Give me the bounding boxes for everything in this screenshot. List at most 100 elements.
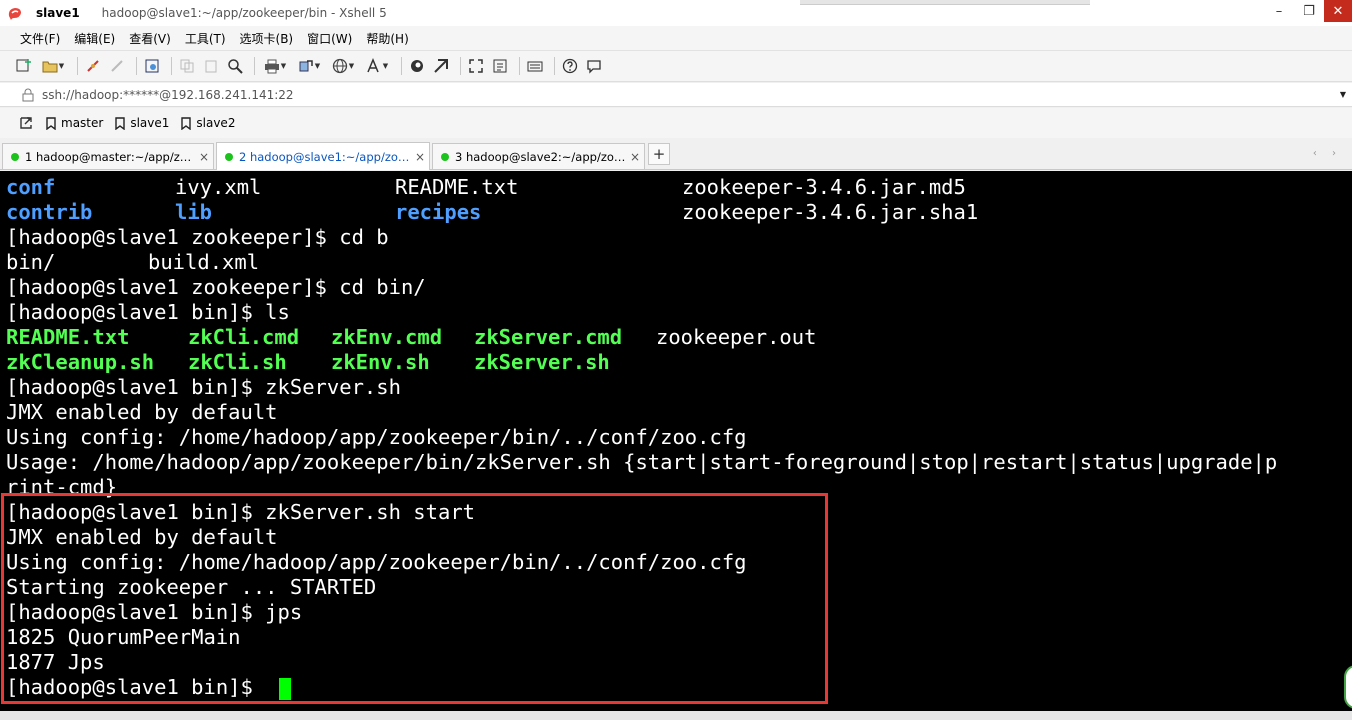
window-controls: – ❐ ✕ [1264,0,1352,26]
paste-button[interactable] [201,56,221,76]
menu-tabs[interactable]: 选项卡(B) [233,30,301,47]
menu-window[interactable]: 窗口(W) [300,30,359,47]
fullscreen-button[interactable] [466,56,486,76]
bookmark-icon [115,116,126,130]
scroll-bubble[interactable] [1344,665,1352,709]
address-bar[interactable]: ssh://hadoop:******@192.168.241.141:22 ▼ [0,83,1352,107]
terminal-text: Usage: /home/hadoop/app/zookeeper/bin/zk… [6,450,1278,474]
toolbar-separator [77,57,78,75]
globe-icon [332,58,347,74]
open-session-button[interactable]: ▼ [38,56,68,76]
terminal-text: bin/ [6,250,56,274]
tab-close-icon[interactable]: × [195,150,213,164]
menu-bar: 文件(F) 编辑(E) 查看(V) 工具(T) 选项卡(B) 窗口(W) 帮助(… [0,26,1352,50]
quick-session-slave2[interactable]: slave2 [181,116,235,130]
terminal-text: README.txt [395,175,519,199]
terminal-output[interactable]: [hadoop@slave1 bin]$ 1877 Jps 1825 Quorum… [0,171,1352,711]
terminal-cursor [279,678,291,700]
restore-button[interactable]: ❐ [1294,0,1324,22]
disconnect-button[interactable] [107,56,127,76]
xftp-icon [411,60,423,72]
toolbar-separator [401,57,402,75]
address-dropdown-icon[interactable]: ▼ [1340,90,1346,99]
link-icon [87,60,99,72]
print-button[interactable]: ▼ [260,56,290,76]
terminal-line: conf ivy.xml README.txt zookeeper-3.4.6.jar… [6,175,1346,200]
tab-slave1[interactable]: 2 hadoop@slave1:~/app/zoo... × [216,142,430,170]
toolbar-separator [171,57,172,75]
toolbar-separator [136,57,137,75]
toolbar-separator [254,57,255,75]
tab-close-icon[interactable]: × [626,150,644,164]
executable-entry: zkCli.cmd [188,325,300,349]
reconnect-button[interactable] [83,56,103,76]
help-button[interactable] [560,56,580,76]
chat-icon [587,60,601,74]
xmanager-button[interactable] [431,56,451,76]
address-text: ssh://hadoop:******@192.168.241.141:22 [42,87,294,102]
terminal-line: [hadoop@slave1 bin]$ zkServer.sh [6,375,1346,400]
quick-session-label: master [61,116,104,130]
terminal-text: JMX enabled by default [6,400,278,424]
quick-session-slave1[interactable]: slave1 [115,116,169,130]
toolbar-separator [554,57,555,75]
menu-tools[interactable]: 工具(T) [178,30,233,47]
new-tab-button[interactable]: + [648,143,670,165]
session-arrow-icon[interactable] [18,115,34,131]
directory-entry: conf [6,175,56,199]
terminal-line: contrib lib recipes zookeeper-3.4.6.jar.sha… [6,200,1346,225]
new-session-button[interactable] [14,56,34,76]
chevron-down-icon: ▼ [382,62,389,70]
close-button[interactable]: ✕ [1324,0,1352,22]
font-icon [367,58,379,73]
title-bar: slave1 hadoop@slave1:~/app/zookeeper/bin… [0,0,1352,26]
chat-button[interactable] [584,56,604,76]
tab-bar: 1 hadoop@master:~/app/zoo... × 2 hadoop@… [0,140,1352,170]
font-button[interactable]: ▼ [362,56,392,76]
terminal-text: zookeeper-3.4.6.jar.sha1 [682,200,979,224]
magnifier-icon [228,59,243,74]
terminal-text: [hadoop@slave1 zookeeper]$ cd bin/ [6,275,426,299]
transfer-button[interactable]: ▼ [294,56,324,76]
globe-button[interactable]: ▼ [328,56,358,76]
copy-icon [180,59,194,73]
terminal-line: Usage: /home/hadoop/app/zookeeper/bin/zk… [6,450,1346,475]
terminal-text: [hadoop@slave1 zookeeper]$ cd b [6,225,389,249]
directory-entry: contrib [6,200,93,224]
chevron-down-icon: ▼ [58,62,65,70]
properties-button[interactable] [142,56,162,76]
new-session-icon [16,59,31,72]
minimize-button[interactable]: – [1264,0,1294,22]
bookmark-icon [46,116,56,130]
toolbar-separator [519,57,520,75]
fullscreen-icon [469,59,483,73]
tab-master[interactable]: 1 hadoop@master:~/app/zoo... × [2,143,214,169]
keyboard-button[interactable] [525,56,545,76]
executable-entry: zkServer.sh [474,350,610,374]
unlink-icon [111,60,123,72]
menu-file[interactable]: 文件(F) [13,30,67,47]
terminal-line: JMX enabled by default [6,400,1346,425]
executable-entry: zkCli.sh [188,350,287,374]
quick-session-master[interactable]: master [46,116,103,130]
find-button[interactable] [225,56,245,76]
chevron-down-icon: ▼ [280,62,287,70]
menu-edit[interactable]: 编辑(E) [67,30,122,47]
terminal-line: README.txt zkCli.cmd zkEnv.cmd zkServer.cmd… [6,325,1346,350]
tab-close-icon[interactable]: × [411,150,429,164]
quick-session-label: slave1 [130,116,170,130]
tab-label: 1 hadoop@master:~/app/zoo... [25,149,195,164]
menu-view[interactable]: 查看(V) [122,30,178,47]
script-icon [493,59,507,73]
highlight-box [1,493,828,704]
tab-slave2[interactable]: 3 hadoop@slave2:~/app/zook... × [432,143,645,169]
lock-screen-button[interactable] [490,56,510,76]
toolbar-separator [460,57,461,75]
xftp-button[interactable] [407,56,427,76]
menu-help[interactable]: 帮助(H) [359,30,415,47]
printer-icon [264,59,279,74]
copy-button[interactable] [177,56,197,76]
executable-entry: zkCleanup.sh [6,350,155,374]
keyboard-icon [527,61,543,72]
tab-scroll-arrows[interactable]: ‹ › [1313,148,1342,159]
